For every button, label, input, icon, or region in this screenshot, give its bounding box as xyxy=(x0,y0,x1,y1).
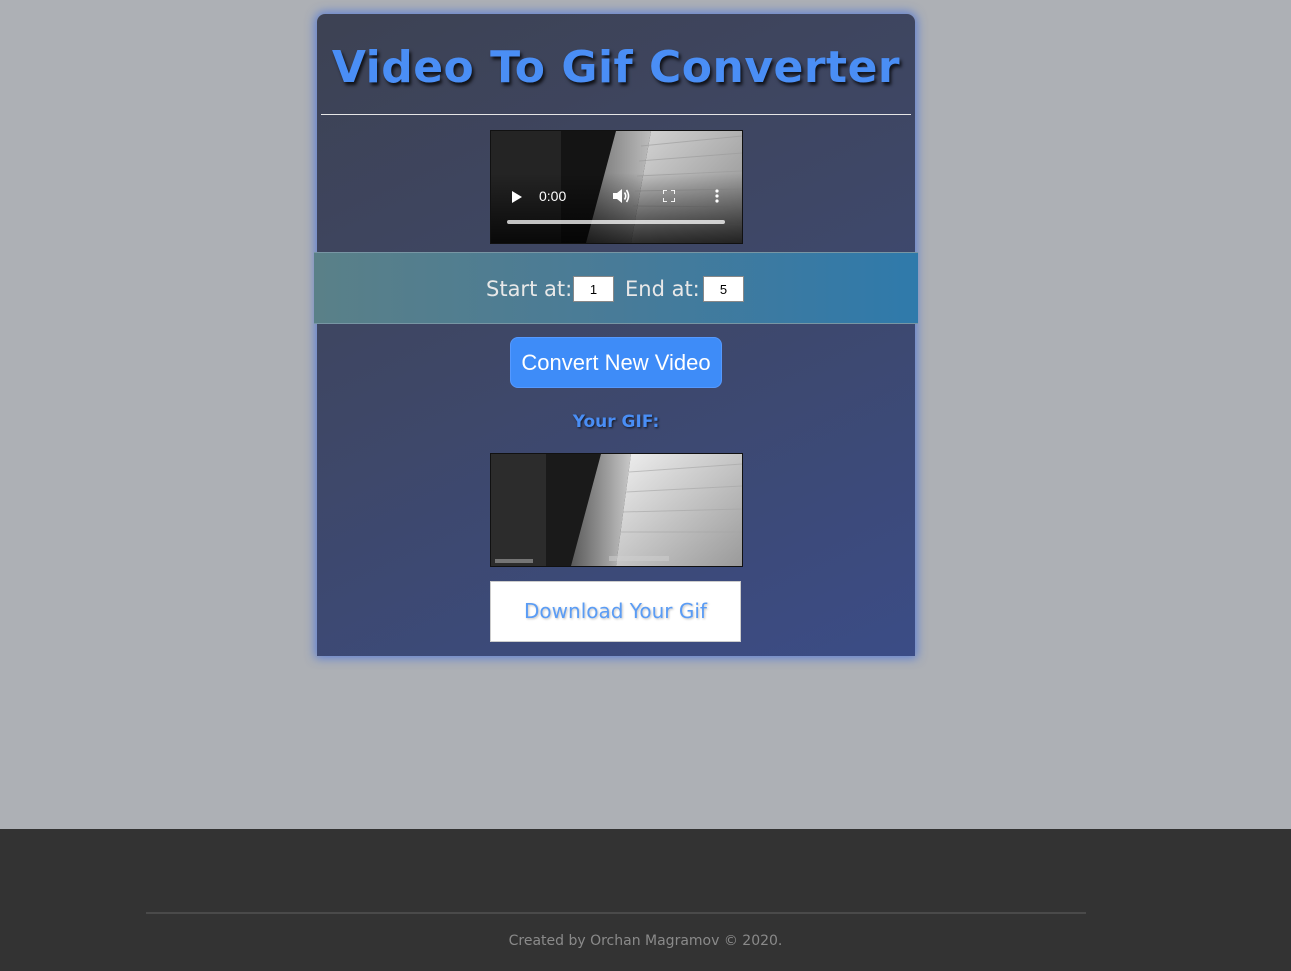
footer: Created by Orchan Magramov © 2020. xyxy=(0,829,1291,971)
time-range-bar: Start at: End at: xyxy=(314,252,918,324)
start-input[interactable] xyxy=(573,276,614,302)
page-title: Video To Gif Converter xyxy=(331,42,901,93)
video-controls xyxy=(491,173,742,243)
download-gif-button[interactable]: Download Your Gif xyxy=(490,581,741,642)
video-player[interactable]: 0:00 xyxy=(490,130,743,244)
fullscreen-icon[interactable] xyxy=(663,190,675,202)
page: Video To Gif Converter 0:00 Your GIF: Do… xyxy=(0,0,1291,971)
more-icon[interactable] xyxy=(715,189,719,203)
gif-frame xyxy=(491,454,742,566)
video-time: 0:00 xyxy=(539,188,567,204)
start-label: Start at: xyxy=(486,277,573,301)
converter-card: Video To Gif Converter 0:00 Your GIF: Do… xyxy=(317,14,915,656)
convert-video-button[interactable]: Convert New Video xyxy=(510,337,722,388)
end-input[interactable] xyxy=(703,276,744,302)
video-progress-bar[interactable] xyxy=(507,220,725,224)
title-divider xyxy=(321,114,911,115)
footer-divider xyxy=(146,912,1086,914)
volume-icon[interactable] xyxy=(613,188,631,204)
gif-preview xyxy=(490,453,743,567)
play-icon[interactable] xyxy=(512,191,522,203)
footer-credit: Created by Orchan Magramov © 2020. xyxy=(508,933,783,949)
end-label: End at: xyxy=(625,277,700,301)
gif-label: Your GIF: xyxy=(572,412,660,432)
